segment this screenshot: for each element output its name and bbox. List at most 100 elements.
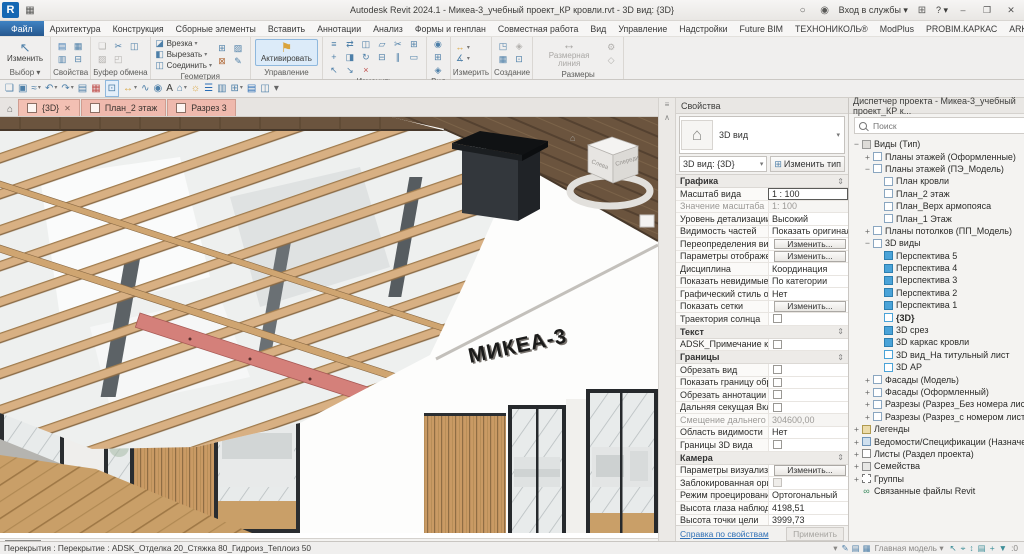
switch-windows-icon[interactable]: ⊞▾ [231, 81, 243, 96]
select-pinned-icon[interactable]: ↕ [969, 543, 973, 554]
browser-search[interactable] [854, 117, 1024, 134]
property-value[interactable]: 1 : 100 [768, 188, 848, 200]
design-options-icon[interactable]: ▤ [852, 543, 860, 554]
property-value[interactable] [768, 402, 848, 414]
schedule-icon[interactable]: ☰ [204, 81, 213, 96]
browser-search-input[interactable] [871, 120, 1024, 132]
ribbon-tab[interactable]: PROBIM.КАРКАС [920, 21, 1003, 36]
tree-item[interactable]: Перспектива 3 [874, 274, 1024, 286]
split-icon[interactable]: ✂ [391, 38, 405, 50]
activate-controls-button[interactable]: ⚑Активировать [255, 39, 318, 65]
drawing-area[interactable]: МИКЕА-3 МИКЕА-3 [0, 117, 658, 538]
mirror-icon[interactable]: ◫ [359, 38, 373, 50]
cope-button[interactable]: ◪Врезка▾ [155, 38, 212, 49]
array-icon[interactable]: ⊞ [407, 38, 421, 50]
delete-icon[interactable]: × [359, 64, 373, 76]
tree-item[interactable]: Перспектива 5 [874, 250, 1024, 262]
beam-joins-icon[interactable]: ▨ [231, 42, 245, 54]
project-browser-header[interactable]: Диспетчер проекта - Микеа-3_учебный прое… [849, 98, 1024, 114]
tree-item[interactable]: План кровли [874, 175, 1024, 187]
active-design-option[interactable]: Главная модель ▾ [875, 543, 944, 553]
tree-item[interactable]: План_Верх армопояса [874, 200, 1024, 212]
property-value[interactable]: 304600,00 [768, 414, 848, 426]
tree-expander[interactable]: + [863, 387, 872, 397]
tree-item[interactable]: +Планы потолков (ПП_Модель) [863, 225, 1024, 237]
create-similar-icon[interactable]: ⊡ [512, 53, 526, 65]
tree-expander[interactable]: − [863, 164, 872, 174]
view-tab[interactable]: {3D}✕ [18, 99, 80, 116]
tree-item[interactable]: +Ведомости/Спецификации (Назначение вида… [852, 435, 1024, 447]
family-category-icon[interactable]: ▥ [55, 53, 69, 65]
tree-item[interactable]: ∞Связанные файлы Revit [852, 485, 1024, 497]
print-icon[interactable]: ▤ [78, 81, 87, 96]
help-menu[interactable]: ? ▾ [936, 5, 948, 16]
property-value[interactable] [768, 477, 848, 489]
property-value[interactable] [768, 439, 848, 451]
worksets-caret-icon[interactable]: ▾ [833, 543, 837, 553]
property-checkbox[interactable] [773, 390, 782, 399]
tree-expander[interactable]: + [852, 474, 861, 484]
property-value[interactable] [768, 377, 848, 389]
sign-in-label[interactable]: Вход в службы ▾ [839, 5, 908, 16]
property-value[interactable]: Нет [768, 427, 848, 439]
property-value[interactable] [768, 389, 848, 401]
property-value[interactable]: Координация [768, 263, 848, 275]
property-section-header[interactable]: Текст⇕ [676, 326, 848, 339]
property-section-header[interactable]: Графика⇕ [676, 175, 848, 188]
scale-icon[interactable]: ↘ [343, 64, 357, 76]
property-edit-button[interactable]: Изменить... [774, 465, 846, 476]
ribbon-tab[interactable]: ТЕХНОНИКОЛЬ® [789, 21, 874, 36]
create-group-icon[interactable]: ◳ [496, 40, 510, 52]
modify-tool-button[interactable]: ↖Изменить [4, 41, 46, 63]
app-store-icon[interactable]: ⊞ [914, 5, 930, 16]
section-expander-icon[interactable]: ⇕ [837, 453, 844, 462]
open-icon[interactable]: ❏ [5, 81, 14, 96]
tree-item[interactable]: +Фасады (Оформленный) [863, 386, 1024, 398]
matchtype-icon[interactable]: ⊟ [71, 53, 85, 65]
override-icon[interactable]: ⊞ [431, 51, 445, 63]
ribbon-tab[interactable]: Вставить [262, 21, 311, 36]
copy-icon[interactable]: ◫ [127, 40, 141, 52]
tree-item[interactable]: План_1 Этаж [874, 212, 1024, 224]
tree-item[interactable]: Перспектива 1 [874, 299, 1024, 311]
save-icon[interactable]: ▣ [18, 81, 27, 96]
property-edit-button[interactable]: Изменить... [774, 239, 846, 250]
tree-item[interactable]: {3D} [874, 311, 1024, 323]
type-properties-icon[interactable]: ▦ [71, 40, 85, 52]
tree-expander[interactable]: + [863, 375, 872, 385]
property-checkbox[interactable] [773, 440, 782, 449]
ribbon-tab[interactable]: Архитектура [44, 21, 107, 36]
visibility-icon[interactable]: ◫ [260, 81, 269, 96]
properties-icon[interactable]: ▤ [55, 40, 69, 52]
tree-item[interactable]: +Разрезы (Разрез_Без номера листа) [863, 398, 1024, 410]
property-checkbox[interactable] [773, 403, 782, 412]
more-commands-icon[interactable]: ▾ [274, 81, 279, 96]
type-selector[interactable]: ⌂ 3D вид ▾ [679, 116, 845, 154]
sun-icon[interactable]: ☼ [191, 81, 200, 96]
tree-expander[interactable]: + [852, 461, 861, 471]
tree-item[interactable]: +Легенды [852, 423, 1024, 435]
property-value[interactable]: Нет [768, 288, 848, 300]
tree-item[interactable]: +Планы этажей (Оформленные) [863, 150, 1024, 162]
create-parts-icon[interactable]: ▦ [496, 53, 510, 65]
ribbon-tab[interactable]: Вид [584, 21, 612, 36]
tree-expander[interactable]: + [852, 437, 861, 447]
properties-filter-select[interactable]: 3D вид: {3D}▾ [679, 156, 767, 172]
copy-move-icon[interactable]: ◨ [343, 51, 357, 63]
tree-expander[interactable]: + [863, 226, 872, 236]
angle-measure-button[interactable]: ∡▾ [455, 53, 470, 64]
measure-button[interactable]: ↔▾ [455, 42, 470, 53]
view-tab[interactable]: План_2 этаж [81, 99, 166, 116]
navigation-bar-icon[interactable] [640, 215, 654, 227]
close-button[interactable]: ✕ [1002, 5, 1020, 16]
property-value[interactable]: Изменить... [768, 301, 848, 313]
ribbon-tab[interactable]: Совместная работа [492, 21, 585, 36]
tree-expander[interactable]: + [863, 152, 872, 162]
close-view-icon[interactable]: ✕ [64, 104, 71, 113]
select-icon[interactable]: ⊡ [105, 80, 119, 97]
minimize-button[interactable]: – [954, 5, 972, 15]
sync-icon[interactable]: ≈▾ [31, 81, 41, 96]
cut-icon[interactable]: ✂ [111, 40, 125, 52]
displace-icon[interactable]: ◈ [431, 64, 445, 76]
property-value[interactable] [768, 364, 848, 376]
